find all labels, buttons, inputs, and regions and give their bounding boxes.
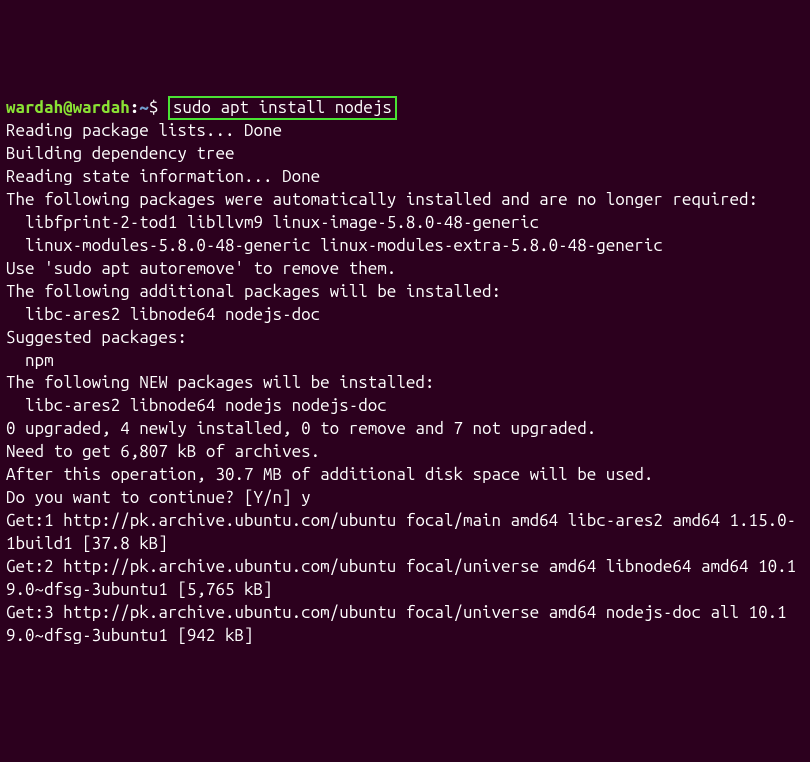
output-line: 0 upgraded, 4 newly installed, 0 to remo…	[6, 418, 804, 441]
prompt-line: wardah@wardah:~$ sudo apt install nodejs	[6, 96, 804, 120]
output-line: Use 'sudo apt autoremove' to remove them…	[6, 258, 804, 281]
terminal[interactable]: wardah@wardah:~$ sudo apt install nodejs…	[6, 96, 804, 648]
prompt-dollar: $	[149, 98, 168, 117]
output-line: Need to get 6,807 kB of archives.	[6, 441, 804, 464]
prompt-colon: :	[130, 98, 140, 117]
output-line: The following additional packages will b…	[6, 281, 804, 304]
command-highlight: sudo apt install nodejs	[168, 96, 397, 120]
output-line: Reading state information... Done	[6, 166, 804, 189]
output-line: The following packages were automaticall…	[6, 189, 804, 212]
output-line: libc-ares2 libnode64 nodejs-doc	[6, 304, 804, 327]
output-line: Get:2 http://pk.archive.ubuntu.com/ubunt…	[6, 556, 804, 602]
output-line: linux-modules-5.8.0-48-generic linux-mod…	[6, 235, 804, 258]
output-line: Get:1 http://pk.archive.ubuntu.com/ubunt…	[6, 510, 804, 556]
output-line: Reading package lists... Done	[6, 120, 804, 143]
output-line: libfprint-2-tod1 libllvm9 linux-image-5.…	[6, 212, 804, 235]
output-line: After this operation, 30.7 MB of additio…	[6, 464, 804, 487]
output-line: Suggested packages:	[6, 327, 804, 350]
output-line: npm	[6, 350, 804, 373]
output-line: Do you want to continue? [Y/n] y	[6, 487, 804, 510]
output-line: The following NEW packages will be insta…	[6, 372, 804, 395]
output-line: Get:3 http://pk.archive.ubuntu.com/ubunt…	[6, 602, 804, 648]
output-line: Building dependency tree	[6, 143, 804, 166]
prompt-path: ~	[139, 98, 149, 117]
prompt-user-host: wardah@wardah	[6, 98, 130, 117]
output-line: libc-ares2 libnode64 nodejs nodejs-doc	[6, 395, 804, 418]
